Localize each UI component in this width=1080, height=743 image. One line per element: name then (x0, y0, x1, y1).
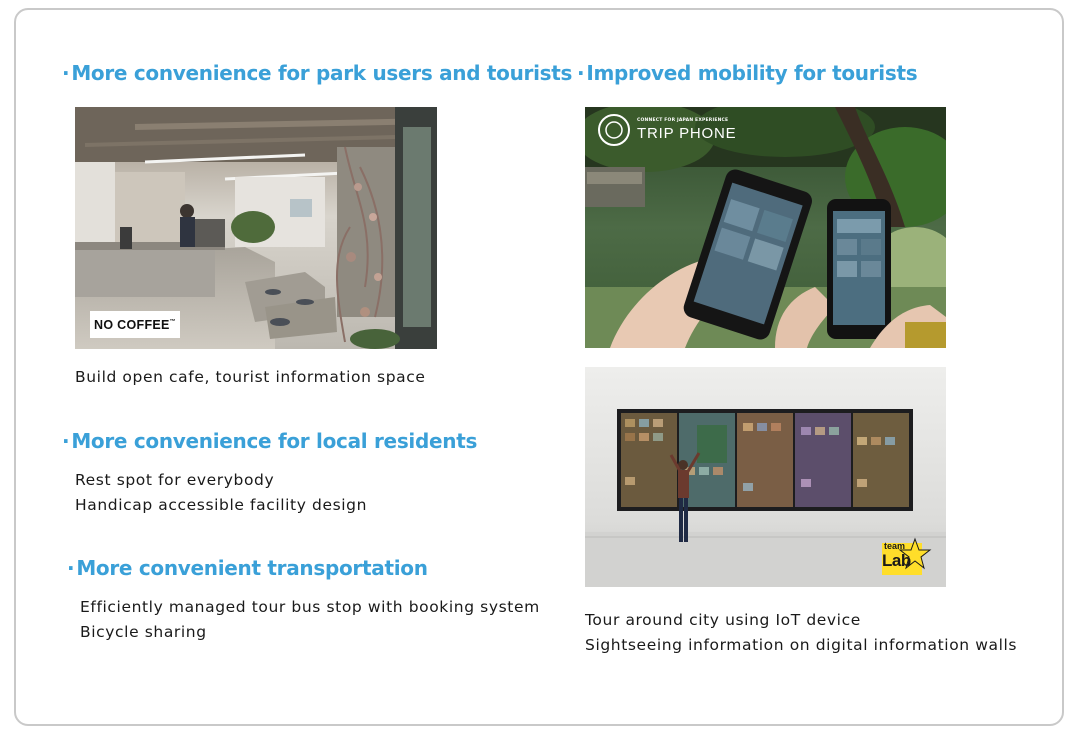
bullet: · (62, 429, 70, 453)
digital-wall-photo: team Lab (585, 367, 946, 587)
teamlab-logo-top: team (884, 541, 906, 551)
trip-phone-logo: TRIP PHONE (637, 125, 737, 142)
list-item: Handicap accessible facility design (75, 496, 368, 514)
bullet: · (67, 556, 75, 580)
bullet: · (577, 61, 585, 85)
heading-text: More convenience for park users and tour… (71, 61, 573, 85)
trip-phone-tagline: CONNECT FOR JAPAN EXPERIENCE (637, 118, 729, 123)
list-item: Bicycle sharing (80, 623, 207, 641)
list-item: Tour around city using IoT device (585, 611, 861, 629)
cafe-caption: Build open cafe, tourist information spa… (75, 365, 426, 390)
heading-text: More convenience for local residents (71, 429, 478, 453)
trip-phone-photo: CONNECT FOR JAPAN EXPERIENCE TRIP PHONE (585, 107, 946, 348)
cafe-photo: NO COFFEE ™ (75, 107, 437, 349)
list-item: Sightseeing information on digital infor… (585, 636, 1018, 654)
list-item: Rest spot for everybody (75, 471, 275, 489)
local-residents-list: Rest spot for everybody Handicap accessi… (75, 468, 367, 518)
teamlab-logo-bottom: Lab (882, 551, 911, 570)
caption-line: Build open cafe, tourist information spa… (75, 368, 426, 386)
mobility-list: Tour around city using IoT device Sights… (585, 608, 1017, 658)
transportation-list: Efficiently managed tour bus stop with b… (80, 595, 540, 645)
no-coffee-logo: NO COFFEE ™ (90, 311, 180, 338)
list-item: Efficiently managed tour bus stop with b… (80, 598, 540, 616)
section-heading-park-users: · More convenience for park users and tou… (62, 61, 572, 85)
bullet: · (62, 61, 70, 85)
section-heading-local-residents: · More convenience for local residents (62, 429, 477, 453)
section-heading-transportation: · More convenient transportation (67, 556, 428, 580)
trademark-mark: ™ (169, 318, 176, 325)
no-coffee-logo-text: NO COFFEE (94, 317, 170, 332)
section-heading-mobility: · Improved mobility for tourists (577, 61, 918, 85)
heading-text: Improved mobility for tourists (586, 61, 918, 85)
heading-text: More convenient transportation (76, 556, 428, 580)
